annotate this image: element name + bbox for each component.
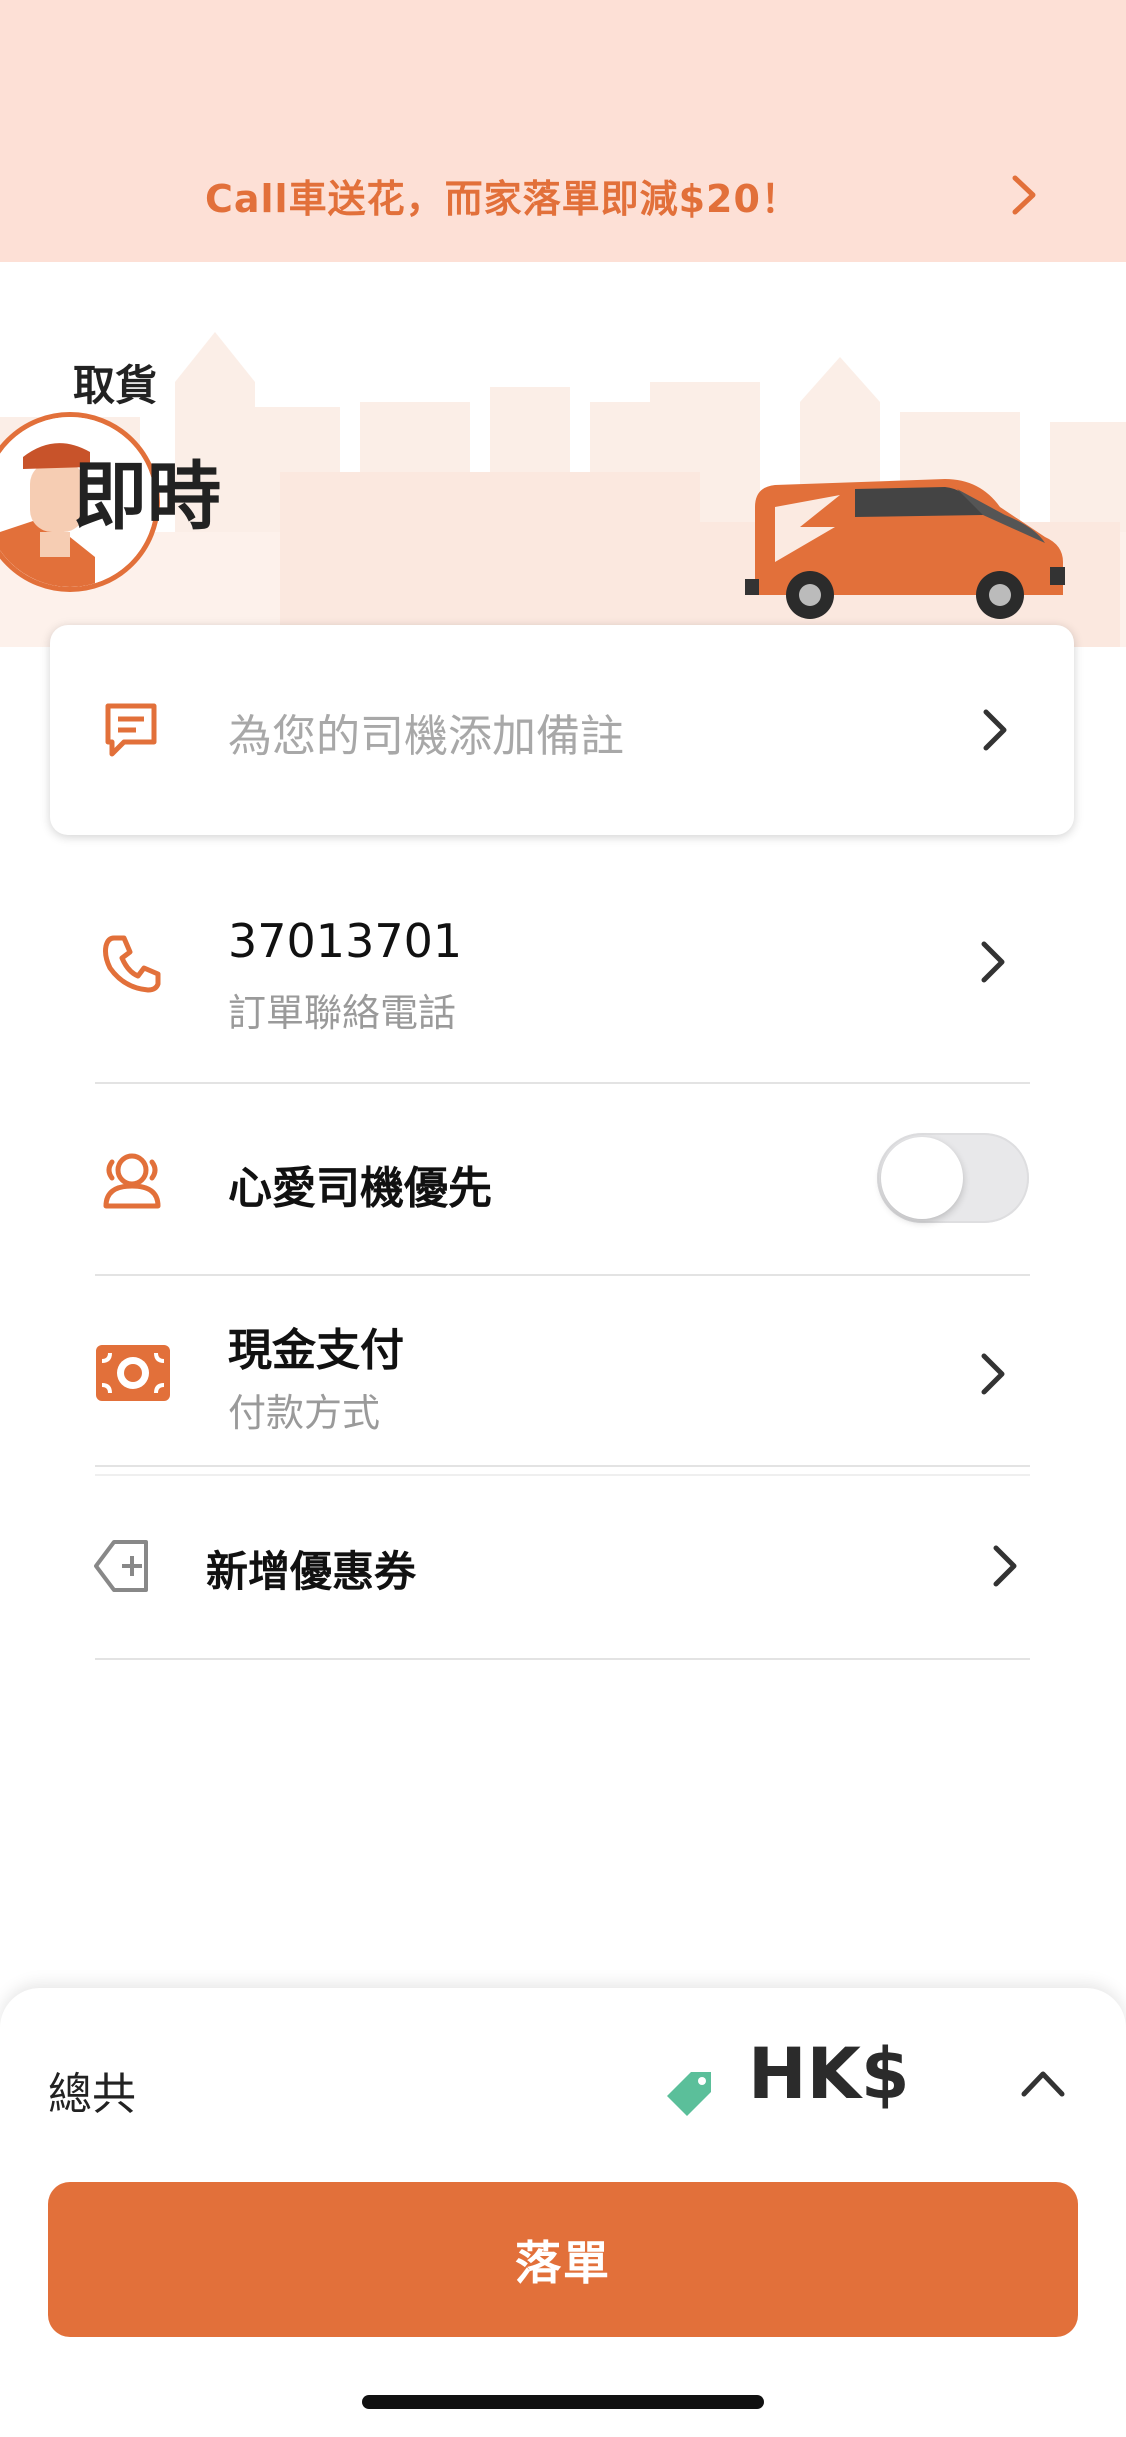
promo-text: Call車送花，而家落單即減$20！ <box>205 177 800 221</box>
chevron-right-icon <box>993 1545 1017 1587</box>
pickup-time: 即時 <box>73 454 221 540</box>
add-coupon-row[interactable]: 新增優惠券 <box>0 1478 1126 1658</box>
divider <box>95 1274 1030 1276</box>
chevron-right-icon <box>981 941 1005 983</box>
promo-banner[interactable]: Call車送花，而家落單即減$20！ <box>0 0 1126 262</box>
payment-method-name: 現金支付 <box>228 1325 404 1376</box>
total-currency: HK$ <box>748 2033 910 2115</box>
chevron-right-icon <box>981 1353 1005 1395</box>
note-icon <box>105 703 157 757</box>
driver-note-card[interactable]: 為您的司機添加備註 <box>50 625 1074 835</box>
pickup-label: 取貨 <box>73 361 158 410</box>
place-order-button[interactable]: 落單 <box>48 2182 1078 2337</box>
price-tag-icon <box>667 2072 711 2116</box>
home-indicator[interactable] <box>362 2395 764 2409</box>
promo-chevron-right-icon <box>1012 175 1036 215</box>
coupon-tag-icon <box>94 1540 148 1592</box>
contact-phone-number: 37013701 <box>228 914 463 968</box>
chevron-up-icon[interactable] <box>1018 2066 1068 2100</box>
favourite-driver-icon <box>103 1153 161 1209</box>
favourite-driver-toggle[interactable] <box>877 1133 1029 1223</box>
divider <box>95 1082 1030 1084</box>
cash-icon <box>96 1345 170 1401</box>
contact-phone-row[interactable]: 37013701 訂單聯絡電話 <box>0 880 1126 1080</box>
phone-icon <box>103 935 161 993</box>
payment-method-row[interactable]: 現金支付 付款方式 <box>0 1280 1126 1465</box>
total-label: 總共 <box>48 2069 136 2120</box>
payment-method-label: 付款方式 <box>228 1391 381 1435</box>
add-coupon-label: 新增優惠券 <box>206 1547 417 1596</box>
divider <box>95 1474 1030 1476</box>
divider <box>95 1658 1030 1660</box>
van-illustration <box>745 479 1065 619</box>
driver-note-placeholder: 為您的司機添加備註 <box>228 711 624 762</box>
divider <box>95 1465 1030 1467</box>
chevron-right-icon <box>983 709 1007 751</box>
toggle-knob <box>881 1137 963 1219</box>
hero-illustration: 取貨 即時 <box>0 262 1126 647</box>
contact-phone-label: 訂單聯絡電話 <box>228 991 457 1035</box>
favourite-driver-label: 心愛司機優先 <box>228 1163 492 1214</box>
order-summary-sheet: 總共 HK$ 落單 <box>0 1988 1126 2437</box>
